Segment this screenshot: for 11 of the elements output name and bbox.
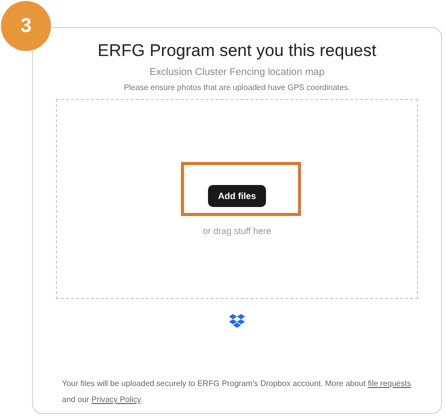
dropbox-icon xyxy=(229,314,245,328)
footer-link[interactable]: Privacy Policy xyxy=(91,395,141,404)
footer-text: Your files will be uploaded securely to ERFG Program's Dropbox account. More about file requests and our Privacy Policy. xyxy=(62,378,412,406)
footer-link[interactable]: file requests xyxy=(368,379,411,388)
add-files-button[interactable]: Add files xyxy=(208,185,266,207)
drop-zone[interactable]: Add files or drag stuff here xyxy=(56,99,418,299)
drag-hint: or drag stuff here xyxy=(202,225,272,237)
request-title: ERFG Program sent you this request xyxy=(98,40,376,62)
step-badge: 3 xyxy=(1,1,51,51)
request-subtitle: Exclusion Cluster Fencing location map xyxy=(149,66,325,79)
instructions-text: Please ensure photos that are uploaded have GPS coordinates. xyxy=(124,82,350,93)
